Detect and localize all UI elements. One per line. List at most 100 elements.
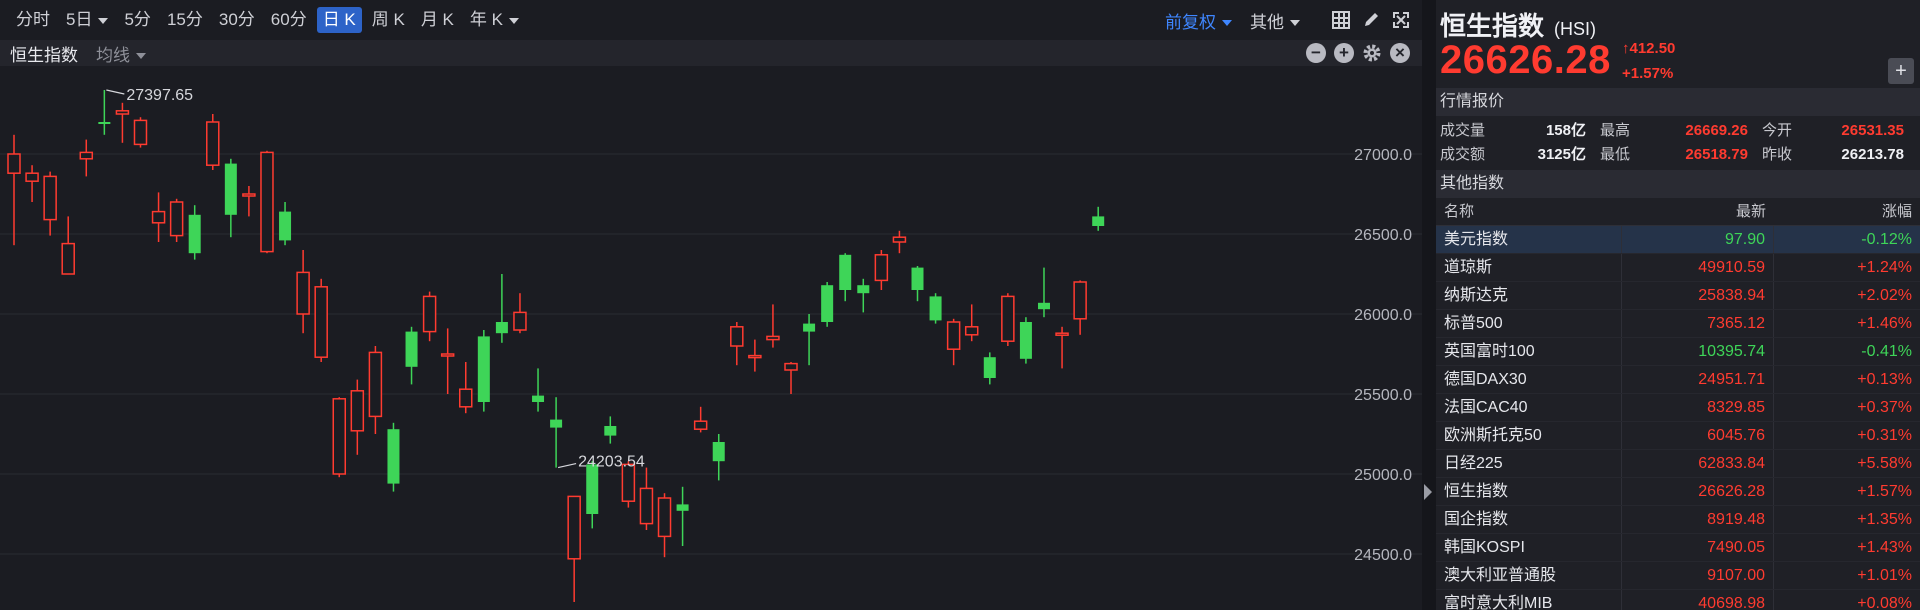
indices-table: 美元指数 97.90 -0.12% 道琼斯 49910.59 +1.24% 纳斯达克 2583… <box>1436 226 1920 610</box>
index-row[interactable]: 澳大利亚普通股 9107.00 +1.01% <box>1436 562 1920 590</box>
candle <box>242 186 256 217</box>
candle <box>440 328 455 394</box>
timeframe-tab[interactable]: 60分 <box>265 7 313 33</box>
grid-icon[interactable] <box>1330 9 1352 31</box>
candle <box>964 304 979 342</box>
timeframe-label: 年 K <box>469 10 503 29</box>
candle <box>206 114 220 170</box>
price-change-value: 412.50 <box>1629 40 1676 57</box>
price-adjust-label: 前复权 <box>1165 12 1216 32</box>
timeframe-label: 30分 <box>218 10 255 29</box>
index-row[interactable]: 恒生指数 26626.28 +1.57% <box>1436 478 1920 506</box>
other-menu-dropdown[interactable]: 其他 <box>1250 8 1300 33</box>
candle <box>712 434 725 481</box>
close-icon[interactable]: × <box>1390 43 1410 63</box>
candle-body <box>513 311 527 331</box>
candle-body <box>839 254 852 290</box>
candle-body <box>422 295 437 333</box>
timeframe-tab[interactable]: 日 K <box>316 7 362 33</box>
candle-body <box>98 122 111 124</box>
header-change: 涨幅 <box>1881 203 1912 220</box>
timeframe-tab[interactable]: 周 K <box>366 7 411 33</box>
timeframe-label: 5日 <box>66 10 93 29</box>
index-row[interactable]: 日经225 62833.84 +5.58% <box>1436 450 1920 478</box>
timeframe-tab[interactable]: 分时 <box>10 7 56 33</box>
timeframe-tab[interactable]: 年 K <box>464 7 525 33</box>
index-row-name: 道琼斯 <box>1436 254 1622 281</box>
candle-body <box>1037 302 1050 310</box>
price-change: ↑412.50 <box>1622 40 1675 57</box>
collapse-arrow-icon[interactable] <box>1424 484 1432 500</box>
index-row[interactable]: 德国DAX30 24951.71 +0.13% <box>1436 366 1920 394</box>
timeframe-tab[interactable]: 5分 <box>118 7 156 33</box>
candle-body <box>296 271 310 315</box>
candle <box>151 192 166 242</box>
candle-body <box>1055 332 1069 336</box>
timeframe-label: 60分 <box>270 10 307 29</box>
settings-icon[interactable] <box>1362 43 1382 63</box>
chevron-down-icon <box>1222 20 1232 27</box>
candle-body <box>821 285 834 322</box>
index-row-name: 标普500 <box>1436 310 1622 337</box>
index-row[interactable]: 美元指数 97.90 -0.12% <box>1436 226 1920 254</box>
candle <box>604 416 617 444</box>
timeframe-tab[interactable]: 15分 <box>161 7 209 33</box>
zoom-out-icon[interactable]: − <box>1306 43 1326 63</box>
marker-arrow <box>557 463 577 469</box>
zoom-fit-icon[interactable] <box>1390 9 1412 31</box>
moving-average-dropdown[interactable]: 均线 <box>96 41 146 66</box>
candles-group <box>7 90 1105 602</box>
index-row[interactable]: 英国富时100 10395.74 -0.41% <box>1436 338 1920 366</box>
candlestick-chart[interactable]: 24500.0 25000.0 25500.0 26000.0 26500.0 27000… <box>0 66 1422 610</box>
chevron-down-icon <box>98 17 109 24</box>
index-row[interactable]: 欧洲斯托克50 6045.76 +0.31% <box>1436 422 1920 450</box>
candle <box>169 198 184 242</box>
index-row[interactable]: 法国CAC40 8329.85 +0.37% <box>1436 394 1920 422</box>
index-row-change: +0.08% <box>1857 595 1912 610</box>
price-adjust-dropdown[interactable]: 前复权 <box>1165 8 1232 33</box>
index-row[interactable]: 道琼斯 49910.59 +1.24% <box>1436 254 1920 282</box>
index-row[interactable]: 韩国KOSPI 7490.05 +1.43% <box>1436 534 1920 562</box>
candle <box>332 397 347 478</box>
candle <box>477 330 490 412</box>
stat-value: 158亿 <box>1545 122 1586 139</box>
pane-divider[interactable] <box>1422 0 1436 610</box>
timeframe-tab[interactable]: 30分 <box>213 7 261 33</box>
index-row-change: +5.58% <box>1857 455 1912 472</box>
candle <box>911 266 924 302</box>
index-row[interactable]: 标普500 7365.12 +1.46% <box>1436 310 1920 338</box>
index-row-last: 24951.71 <box>1622 366 1774 393</box>
candle <box>513 293 527 334</box>
candle-body <box>25 172 39 182</box>
index-row[interactable]: 富时意大利MIB 40698.98 +0.08% <box>1436 590 1920 610</box>
header-name: 名称 <box>1444 203 1475 220</box>
index-row[interactable]: 国企指数 8919.48 +1.35% <box>1436 506 1920 534</box>
candle-body <box>766 335 780 341</box>
candle-body <box>314 286 328 358</box>
zoom-in-icon[interactable]: + <box>1334 43 1354 63</box>
candle <box>1037 267 1050 318</box>
index-row-name: 恒生指数 <box>1436 478 1622 505</box>
candle <box>929 293 942 324</box>
candle-body <box>730 326 744 347</box>
candle <box>350 379 365 455</box>
candle <box>857 278 870 313</box>
low-value-label: 24203.54 <box>578 454 645 471</box>
candle-body <box>983 357 996 378</box>
candle-body <box>676 504 689 511</box>
candle <box>279 202 292 246</box>
candle <box>946 318 961 366</box>
candle-body <box>532 395 545 402</box>
index-row[interactable]: 纳斯达克 25838.94 +2.02% <box>1436 282 1920 310</box>
candle-body <box>279 211 292 241</box>
candle-body <box>1001 295 1015 342</box>
index-row-last: 97.90 <box>1622 226 1774 253</box>
candle <box>1092 206 1105 231</box>
timeframe-tab[interactable]: 5日 <box>60 7 114 33</box>
candle <box>821 282 834 327</box>
timeframe-tab[interactable]: 月 K <box>415 7 460 33</box>
timeframe-label: 月 K <box>420 10 454 29</box>
add-watchlist-button[interactable]: + <box>1888 58 1914 84</box>
draw-pen-icon[interactable] <box>1360 9 1382 31</box>
stat-label: 今开 <box>1762 122 1793 139</box>
